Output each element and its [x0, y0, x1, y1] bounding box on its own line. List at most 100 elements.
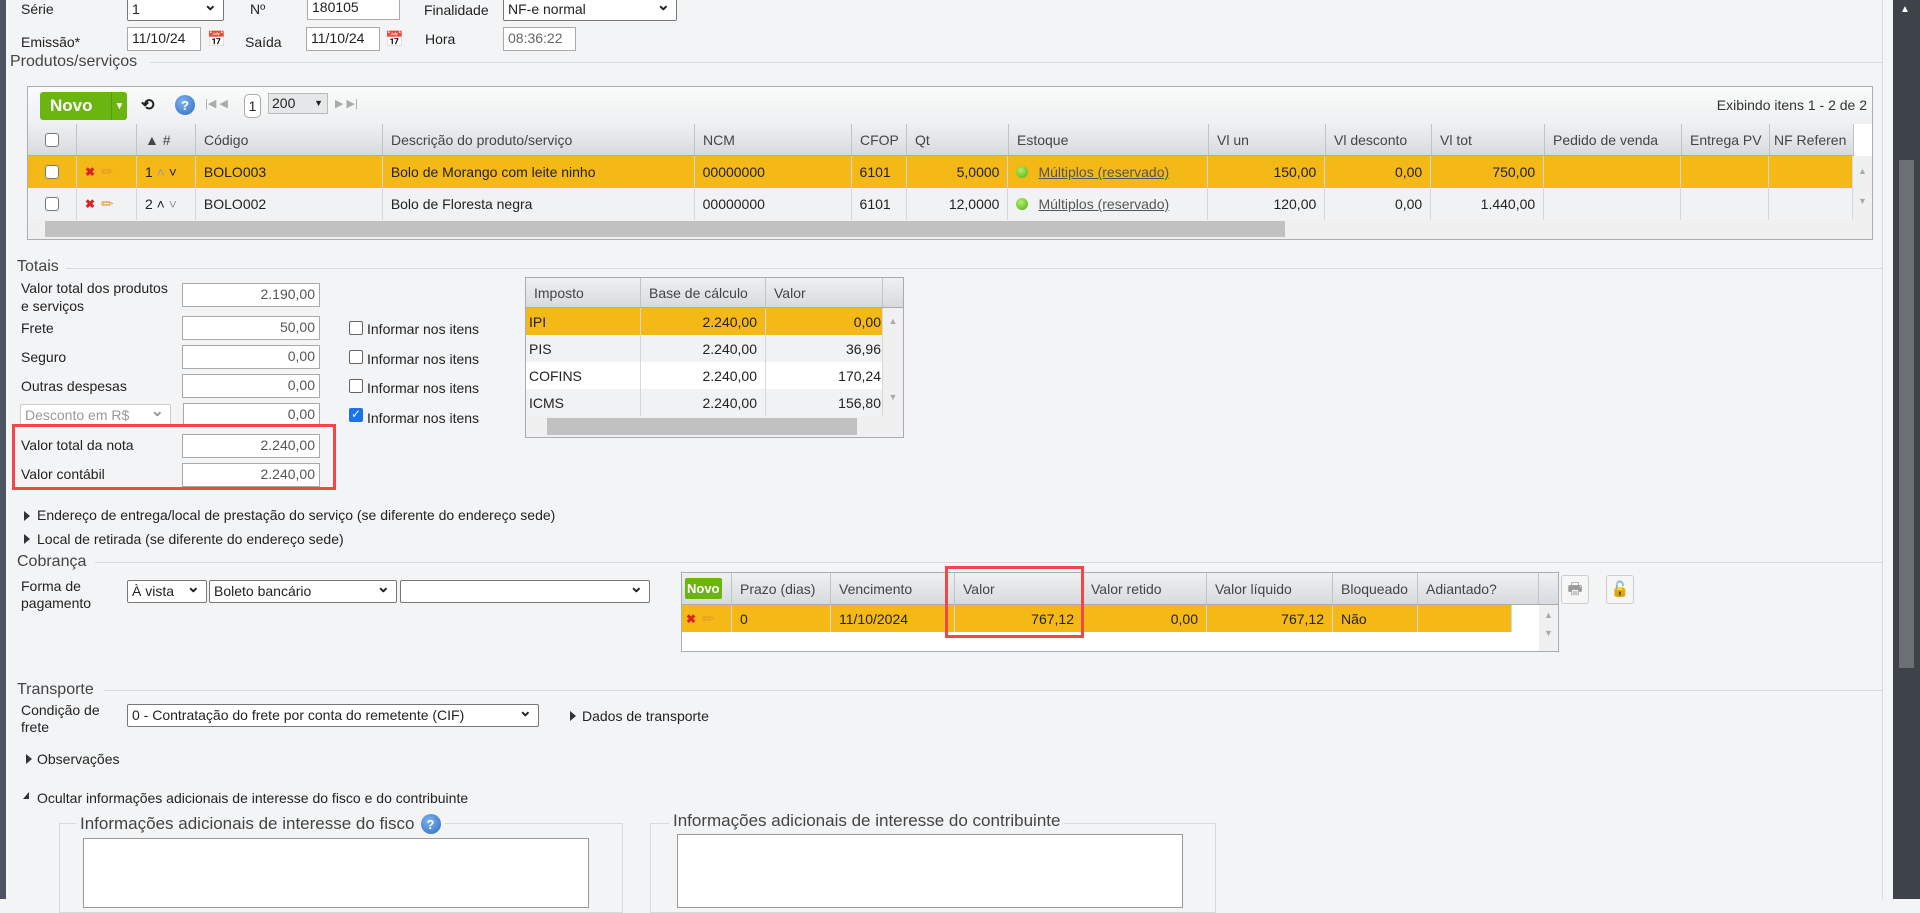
- table-row[interactable]: PIS 2.240,00 36,96: [526, 335, 883, 362]
- informar-seguro-checkbox[interactable]: [349, 350, 363, 364]
- delete-icon[interactable]: ✖: [85, 165, 95, 179]
- move-up-icon[interactable]: ˄: [157, 196, 165, 212]
- seguro-input[interactable]: 0,00: [182, 345, 320, 369]
- expand-icon[interactable]: [570, 711, 576, 721]
- table-row[interactable]: ✖ ✏ 2 ˄ ˅ BOLO002 Bolo de Floresta negra …: [28, 188, 1853, 220]
- observacoes-toggle[interactable]: Observações: [37, 751, 119, 767]
- expand-icon[interactable]: [24, 534, 30, 544]
- col-prazo[interactable]: Prazo (dias): [732, 573, 831, 604]
- col-qt[interactable]: Qt: [907, 124, 1009, 155]
- table-row[interactable]: ✖ ✏ 1 ˄ ˅ BOLO003 Bolo de Morango com lei…: [28, 156, 1853, 188]
- informar-frete-checkbox[interactable]: [349, 321, 363, 335]
- first-page-icon[interactable]: |◀ ◀: [205, 97, 228, 110]
- dados-transporte-toggle[interactable]: Dados de transporte: [582, 708, 709, 724]
- estoque-link[interactable]: Múltiplos (reservado): [1038, 164, 1169, 180]
- expand-icon[interactable]: [24, 511, 30, 521]
- print-icon[interactable]: 🖶: [1561, 575, 1589, 604]
- col-n[interactable]: ▲ #: [137, 124, 196, 155]
- vertical-scrollbar[interactable]: ▲ ▼: [883, 308, 903, 437]
- grid-status: Exibindo itens 1 - 2 de 2: [1716, 97, 1867, 113]
- move-down-icon[interactable]: ˅: [169, 164, 177, 180]
- condicao-pagamento-select[interactable]: À vista: [127, 580, 207, 603]
- informar-desconto-checkbox[interactable]: [349, 407, 363, 422]
- table-row[interactable]: IPI 2.240,00 0,00: [526, 308, 883, 335]
- col-estoque[interactable]: Estoque: [1009, 124, 1209, 155]
- expand-icon[interactable]: [26, 754, 32, 764]
- table-row[interactable]: COFINS 2.240,00 170,24: [526, 362, 883, 389]
- edit-icon[interactable]: ✏: [702, 610, 715, 628]
- help-icon[interactable]: ?: [175, 95, 195, 115]
- emissao-input[interactable]: 11/10/24: [127, 27, 201, 51]
- calendar-icon[interactable]: 📅: [207, 30, 226, 48]
- collapse-icon[interactable]: [23, 792, 29, 799]
- col-nf-ref[interactable]: NF Referen: [1770, 124, 1854, 155]
- select-all-checkbox[interactable]: [45, 132, 59, 147]
- edit-icon[interactable]: ✏: [101, 163, 114, 181]
- highlight-box: [12, 424, 336, 490]
- col-cfop[interactable]: CFOP: [852, 124, 907, 155]
- table-row[interactable]: ICMS 2.240,00 156,80: [526, 389, 883, 416]
- condicao-frete-select[interactable]: 0 - Contratação do frete por conta do re…: [127, 704, 539, 727]
- novo-button[interactable]: Novo ▼: [40, 92, 127, 120]
- col-vl-tot[interactable]: Vl tot: [1432, 124, 1545, 155]
- saida-input[interactable]: 11/10/24: [306, 27, 380, 51]
- col-adiantado[interactable]: Adiantado?: [1418, 573, 1539, 604]
- grid-header: ▲ # Código Descrição do produto/serviço …: [28, 124, 1854, 156]
- table-row[interactable]: ✖ ✏ 0 11/10/2024 767,12 0,00 767,12 Não: [682, 605, 1512, 632]
- col-bloqueado[interactable]: Bloqueado: [1333, 573, 1418, 604]
- page-input[interactable]: 1: [244, 94, 261, 118]
- col-vencimento[interactable]: Vencimento: [831, 573, 955, 604]
- page-scrollbar[interactable]: ▲: [1893, 0, 1920, 899]
- page-size-select[interactable]: 200 ▼: [268, 93, 328, 114]
- informar-outras-checkbox[interactable]: [349, 379, 363, 393]
- numero-input[interactable]: 180105: [307, 0, 400, 20]
- col-valor-retido[interactable]: Valor retido: [1083, 573, 1207, 604]
- col-vl-un[interactable]: Vl un: [1209, 124, 1326, 155]
- col-ncm[interactable]: NCM: [695, 124, 852, 155]
- fisco-textarea[interactable]: [83, 838, 589, 908]
- horizontal-scrollbar[interactable]: [526, 416, 883, 437]
- col-valor-liquido[interactable]: Valor líquido: [1207, 573, 1333, 604]
- estoque-link[interactable]: Múltiplos (reservado): [1038, 196, 1169, 212]
- col-vl-desconto[interactable]: Vl desconto: [1326, 124, 1432, 155]
- help-icon[interactable]: ?: [420, 814, 441, 834]
- local-retirada-toggle[interactable]: Local de retirada (se diferente do ender…: [37, 531, 344, 547]
- refresh-icon[interactable]: ⟲: [141, 95, 154, 115]
- endereco-entrega-toggle[interactable]: Endereço de entrega/local de prestação d…: [37, 507, 555, 523]
- scrollbar-thumb[interactable]: [1899, 160, 1914, 668]
- calendar-icon[interactable]: 📅: [385, 30, 404, 48]
- valor-produtos-input[interactable]: 2.190,00: [182, 283, 320, 307]
- outras-input[interactable]: 0,00: [182, 374, 320, 398]
- novo-parcela-button[interactable]: Novo: [685, 578, 722, 599]
- ocultar-info-toggle[interactable]: Ocultar informações adicionais de intere…: [37, 790, 468, 806]
- vertical-scrollbar[interactable]: ▲ ▼: [1853, 156, 1872, 239]
- edit-icon[interactable]: ✏: [101, 195, 114, 213]
- row-checkbox[interactable]: [44, 197, 59, 211]
- unlock-icon[interactable]: 🔓: [1606, 575, 1634, 604]
- frete-input[interactable]: 50,00: [182, 316, 320, 340]
- col-entrega[interactable]: Entrega PV: [1682, 124, 1770, 155]
- extra-select[interactable]: [400, 580, 650, 603]
- col-imposto[interactable]: Imposto: [526, 278, 641, 307]
- meio-pagamento-select[interactable]: Boleto bancário: [209, 580, 397, 603]
- move-up-icon[interactable]: ˄: [157, 164, 165, 180]
- row-checkbox[interactable]: [44, 165, 59, 179]
- next-page-icon[interactable]: ▶ ▶|: [335, 97, 358, 110]
- col-pedido[interactable]: Pedido de venda: [1545, 124, 1682, 155]
- col-base[interactable]: Base de cálculo: [641, 278, 766, 307]
- serie-select[interactable]: 1: [127, 0, 224, 21]
- hora-input[interactable]: 08:36:22: [503, 27, 576, 51]
- col-codigo[interactable]: Código: [196, 124, 383, 155]
- move-down-icon[interactable]: ˅: [169, 196, 177, 212]
- delete-icon[interactable]: ✖: [686, 612, 696, 626]
- seguro-label: Seguro: [21, 349, 67, 365]
- col-descricao[interactable]: Descrição do produto/serviço: [383, 124, 695, 155]
- delete-icon[interactable]: ✖: [85, 197, 95, 211]
- vertical-scrollbar[interactable]: ▲ ▼: [1539, 605, 1558, 651]
- finalidade-label: Finalidade: [424, 2, 489, 18]
- highlight-box: [945, 566, 1084, 638]
- horizontal-scrollbar[interactable]: [28, 220, 1853, 239]
- finalidade-select[interactable]: NF-e normal: [503, 0, 677, 21]
- col-valor[interactable]: Valor: [766, 278, 883, 307]
- contribuinte-textarea[interactable]: [677, 834, 1183, 908]
